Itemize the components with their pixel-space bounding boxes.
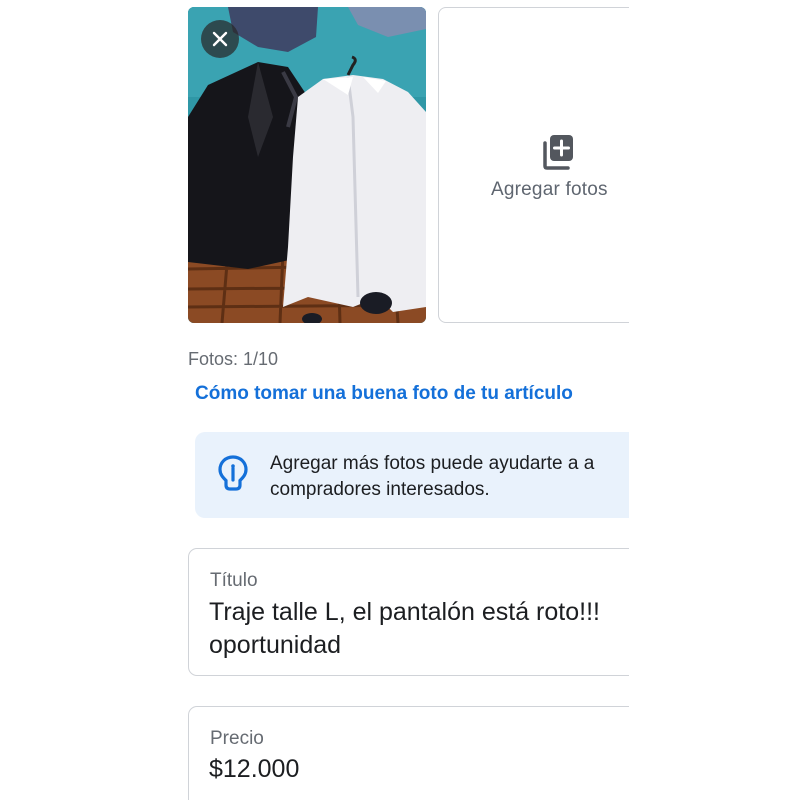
photo-tip-line-1: Agregar más fotos puede ayudarte a a: [270, 453, 595, 474]
title-value-line-2: oportunidad: [209, 631, 342, 659]
lightbulb-icon: [218, 455, 248, 491]
price-label: Precio: [210, 728, 264, 749]
listing-form: Agregar fotos Fotos: 1/10 Cómo tomar una…: [188, 0, 629, 800]
price-input[interactable]: $12.000: [209, 753, 299, 786]
photo-tips-link[interactable]: Cómo tomar una buena foto de tu artículo: [195, 383, 573, 405]
listing-form-screen: Agregar fotos Fotos: 1/10 Cómo tomar una…: [0, 0, 800, 800]
close-icon: [212, 31, 228, 47]
title-value-line-1: Traje talle L, el pantalón está roto!!!: [209, 598, 600, 626]
title-label: Título: [210, 570, 258, 591]
title-field[interactable]: Título Traje talle L, el pantalón está r…: [188, 548, 629, 676]
title-input[interactable]: Traje talle L, el pantalón está roto!!! …: [209, 596, 629, 662]
add-photos-label: Agregar fotos: [491, 179, 608, 200]
photo-tip-line-2: compradores interesados.: [270, 479, 490, 500]
photo-tip-text: Agregar más fotos puede ayudarte a a com…: [270, 451, 629, 503]
add-photos-button[interactable]: Agregar fotos: [438, 7, 629, 323]
add-photo-icon: [543, 135, 573, 170]
photo-count: Fotos: 1/10: [188, 349, 279, 369]
uploaded-photo[interactable]: [188, 7, 426, 323]
remove-photo-button[interactable]: [201, 20, 239, 58]
price-field[interactable]: Precio $12.000: [188, 706, 629, 800]
photo-tip-banner: Agregar más fotos puede ayudarte a a com…: [195, 432, 629, 518]
